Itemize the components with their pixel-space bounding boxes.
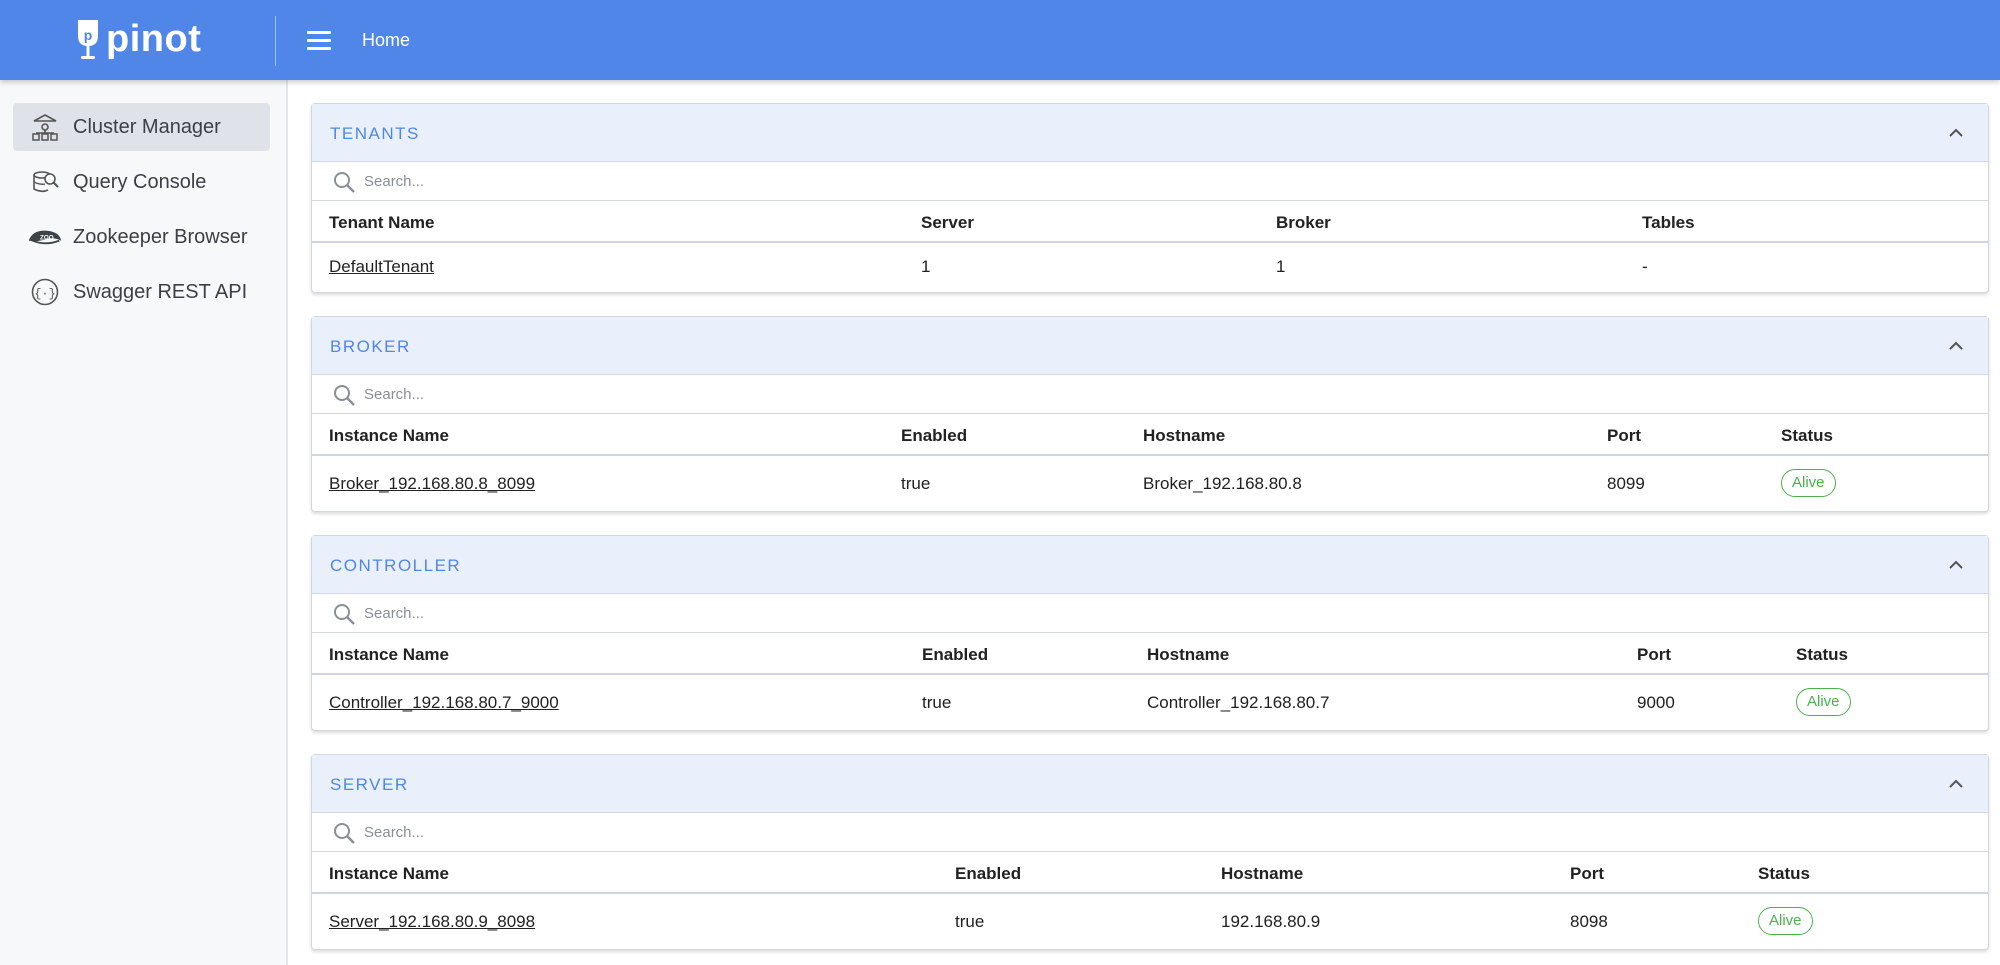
wine-glass-icon: p (78, 20, 98, 59)
swagger-icon: {·} (27, 274, 63, 310)
sidebar-item-label: Swagger REST API (73, 280, 248, 303)
search-icon (334, 385, 355, 406)
breadcrumb[interactable]: Home (362, 30, 410, 51)
column-header[interactable]: Port (1637, 645, 1671, 665)
table-row: Controller_192.168.80.7_9000 true Contro… (312, 675, 1988, 730)
tenant-tables: - (1642, 257, 1648, 276)
tenants-panel: TENANTS Tenant Name Server Broker Tables… (311, 103, 1989, 293)
table-header: Instance Name Enabled Hostname Port Stat… (312, 852, 1988, 894)
server-panel-header[interactable]: SERVER (312, 755, 1988, 813)
broker-search (312, 375, 1988, 414)
column-header[interactable]: Tenant Name (329, 213, 435, 233)
controller-panel: CONTROLLER Instance Name Enabled Hostnam… (311, 535, 1989, 731)
column-header[interactable]: Status (1781, 426, 1833, 446)
broker-panel-header[interactable]: BROKER (312, 317, 1988, 375)
tenants-panel-header[interactable]: TENANTS (312, 104, 1988, 162)
sidebar-item-label: Zookeeper Browser (73, 225, 248, 248)
column-header[interactable]: Hostname (1143, 426, 1225, 446)
svg-text:{·}: {·} (34, 287, 56, 301)
query-icon (27, 164, 63, 200)
server-search (312, 813, 1988, 852)
hostname-value: Broker_192.168.80.8 (1143, 474, 1302, 493)
chevron-up-icon[interactable] (1946, 774, 1966, 794)
broker-panel: BROKER Instance Name Enabled Hostname Po… (311, 316, 1989, 512)
column-header[interactable]: Instance Name (329, 426, 449, 446)
panel-title: CONTROLLER (330, 556, 462, 575)
chevron-up-icon[interactable] (1946, 555, 1966, 575)
table-header: Instance Name Enabled Hostname Port Stat… (312, 414, 1988, 456)
brand-name: pinot (106, 18, 202, 60)
enabled-value: true (922, 693, 952, 712)
panel-title: SERVER (330, 775, 409, 794)
tenants-search (312, 162, 1988, 201)
search-input[interactable] (364, 600, 964, 626)
app-bar: p pinot Home (0, 0, 2000, 80)
sidebar-item-query-console[interactable]: Query Console (13, 158, 270, 206)
tenant-server-count: 1 (921, 257, 931, 276)
table-row: Server_192.168.80.9_8098 true 192.168.80… (312, 894, 1988, 949)
instance-name-link[interactable]: Broker_192.168.80.8_8099 (329, 474, 535, 494)
sidebar-item-cluster-manager[interactable]: Cluster Manager (13, 103, 270, 151)
table-header: Instance Name Enabled Hostname Port Stat… (312, 633, 1988, 675)
table-header: Tenant Name Server Broker Tables (312, 201, 1988, 243)
instance-name-link[interactable]: Controller_192.168.80.7_9000 (329, 693, 559, 713)
sidebar-item-zookeeper-browser[interactable]: ZOO Zookeeper Browser (13, 213, 270, 261)
column-header[interactable]: Enabled (922, 645, 988, 665)
port-value: 9000 (1637, 693, 1675, 712)
search-icon (334, 823, 355, 844)
column-header[interactable]: Status (1758, 864, 1810, 884)
column-header[interactable]: Status (1796, 645, 1848, 665)
hostname-value: Controller_192.168.80.7 (1147, 693, 1330, 712)
panel-title: TENANTS (330, 124, 420, 143)
sidebar-item-swagger-rest-api[interactable]: {·} Swagger REST API (13, 268, 270, 316)
server-panel: SERVER Instance Name Enabled Hostname Po… (311, 754, 1989, 950)
hostname-value: 192.168.80.9 (1221, 912, 1321, 931)
app-bar-divider (275, 16, 276, 66)
tenant-name-link[interactable]: DefaultTenant (329, 257, 434, 277)
cluster-icon (27, 109, 63, 145)
column-header[interactable]: Tables (1642, 213, 1695, 233)
search-input[interactable] (364, 168, 964, 194)
enabled-value: true (901, 474, 931, 493)
port-value: 8099 (1607, 474, 1645, 493)
search-icon (334, 172, 355, 193)
column-header[interactable]: Instance Name (329, 864, 449, 884)
search-icon (334, 604, 355, 625)
column-header[interactable]: Port (1607, 426, 1641, 446)
panel-title: BROKER (330, 337, 411, 356)
svg-text:ZOO: ZOO (40, 235, 54, 242)
table-row: Broker_192.168.80.8_8099 true Broker_192… (312, 456, 1988, 511)
column-header[interactable]: Instance Name (329, 645, 449, 665)
chevron-up-icon[interactable] (1946, 336, 1966, 356)
column-header[interactable]: Port (1570, 864, 1604, 884)
chevron-up-icon[interactable] (1946, 123, 1966, 143)
pinot-logo[interactable]: p pinot (74, 14, 201, 64)
column-header[interactable]: Broker (1276, 213, 1331, 233)
status-badge: Alive (1758, 907, 1813, 935)
column-header[interactable]: Hostname (1221, 864, 1303, 884)
enabled-value: true (955, 912, 985, 931)
column-header[interactable]: Enabled (955, 864, 1021, 884)
sidebar-item-label: Query Console (73, 170, 207, 193)
svg-text:p: p (84, 27, 93, 43)
instance-name-link[interactable]: Server_192.168.80.9_8098 (329, 912, 535, 932)
column-header[interactable]: Enabled (901, 426, 967, 446)
sidebar-item-label: Cluster Manager (73, 115, 221, 138)
controller-panel-header[interactable]: CONTROLLER (312, 536, 1988, 594)
sidebar: Cluster Manager Query Console ZOO Zookee… (0, 80, 288, 965)
search-input[interactable] (364, 819, 964, 845)
column-header[interactable]: Server (921, 213, 974, 233)
search-input[interactable] (364, 381, 964, 407)
menu-button[interactable] (302, 28, 336, 54)
tenant-broker-count: 1 (1276, 257, 1286, 276)
zookeeper-icon: ZOO (27, 219, 63, 255)
status-badge: Alive (1781, 469, 1836, 497)
port-value: 8098 (1570, 912, 1608, 931)
column-header[interactable]: Hostname (1147, 645, 1229, 665)
controller-search (312, 594, 1988, 633)
table-row: DefaultTenant 1 1 - (312, 243, 1988, 291)
status-badge: Alive (1796, 688, 1851, 716)
